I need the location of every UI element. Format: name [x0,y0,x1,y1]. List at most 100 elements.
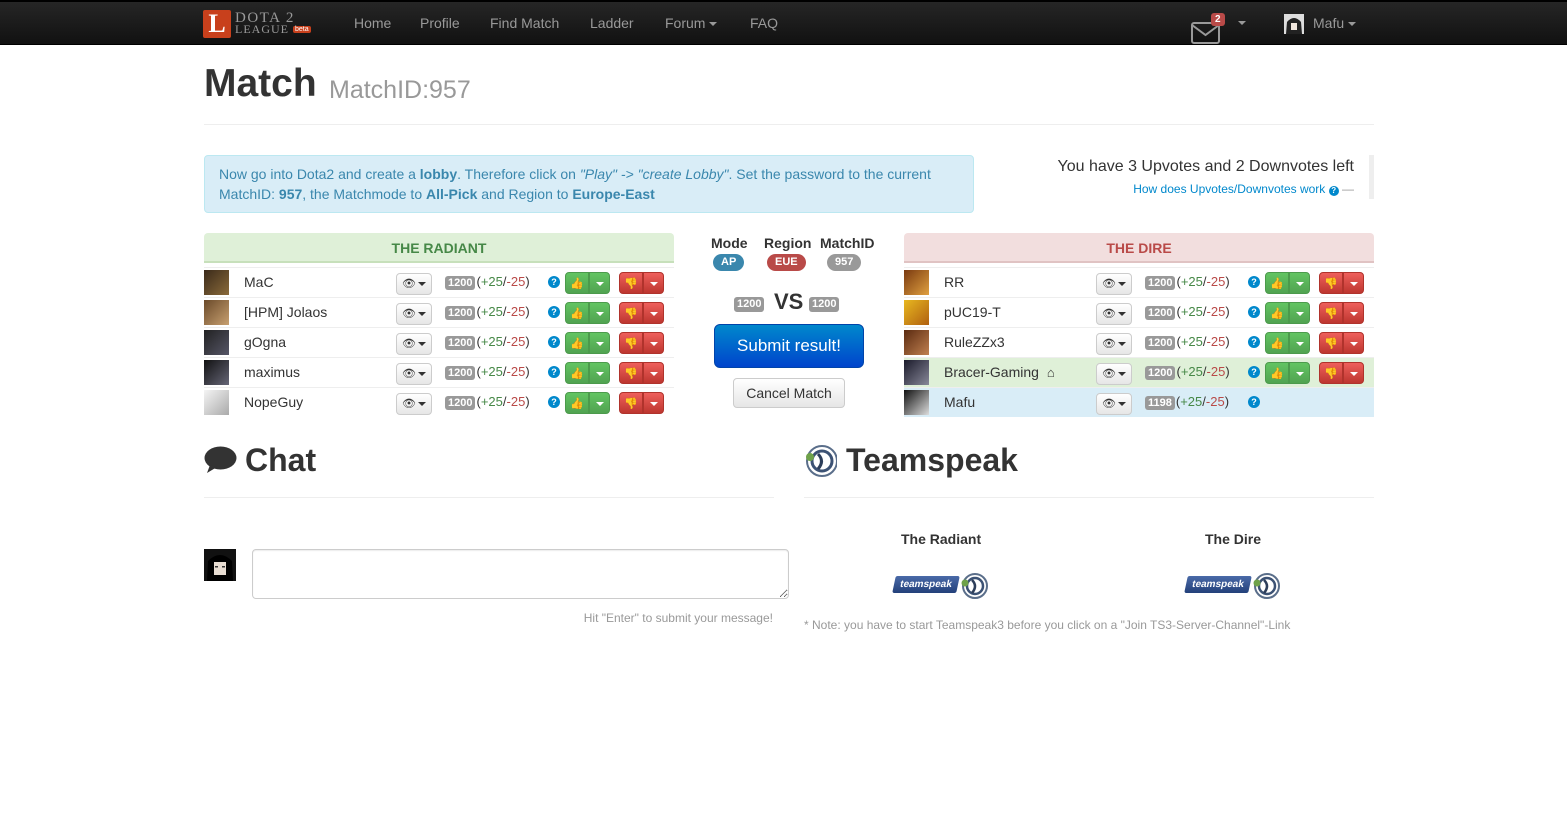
view-player-dropdown[interactable]: 👁 [1096,303,1132,325]
question-icon[interactable]: ? [548,336,560,348]
chevron-down-icon[interactable] [1238,21,1246,25]
upvote-dropdown[interactable] [589,332,610,354]
thumbs-up-icon[interactable]: 👍 [565,362,589,384]
view-player-dropdown[interactable]: 👁 [396,333,432,355]
downvote-dropdown[interactable] [643,362,664,384]
downvote-dropdown[interactable] [1343,302,1364,324]
downvote-button-group[interactable]: 👎 [619,362,664,384]
thumbs-down-icon[interactable]: 👎 [619,362,643,384]
avatar[interactable] [1284,14,1304,34]
view-player-dropdown[interactable]: 👁 [396,273,432,295]
avatar[interactable] [204,300,229,325]
thumbs-up-icon[interactable]: 👍 [565,302,589,324]
downvote-dropdown[interactable] [1343,332,1364,354]
thumbs-down-icon[interactable]: 👎 [619,272,643,294]
downvote-dropdown[interactable] [1343,272,1364,294]
avatar[interactable] [204,390,229,415]
nav-ladder[interactable]: Ladder [590,15,634,31]
thumbs-down-icon[interactable]: 👎 [1319,362,1343,384]
upvote-button-group[interactable]: 👍 [1265,362,1310,384]
thumbs-down-icon[interactable]: 👎 [1319,332,1343,354]
thumbs-down-icon[interactable]: 👎 [619,332,643,354]
thumbs-up-icon[interactable]: 👍 [1265,362,1289,384]
nav-forum[interactable]: Forum [665,15,718,31]
view-player-dropdown[interactable]: 👁 [396,363,432,385]
votes-help-link[interactable]: How does Upvotes/Downvotes work [1133,182,1325,196]
avatar[interactable] [204,330,229,355]
upvote-button-group[interactable]: 👍 [565,392,610,414]
join-ts-radiant-link[interactable]: teamspeak [892,572,990,600]
question-icon[interactable]: ? [1248,396,1260,408]
downvote-dropdown[interactable] [643,272,664,294]
avatar[interactable] [904,330,929,355]
downvote-button-group[interactable]: 👎 [619,392,664,414]
view-player-dropdown[interactable]: 👁 [396,393,432,415]
view-player-dropdown[interactable]: 👁 [1096,273,1132,295]
upvote-button-group[interactable]: 👍 [1265,332,1310,354]
question-icon[interactable]: ? [548,366,560,378]
upvote-dropdown[interactable] [589,392,610,414]
upvote-dropdown[interactable] [1289,332,1310,354]
player-name[interactable]: RuleZZx3 [944,334,1005,350]
user-menu[interactable]: Mafu [1313,15,1357,31]
upvote-dropdown[interactable] [1289,302,1310,324]
player-name[interactable]: NopeGuy [244,394,303,410]
nav-profile[interactable]: Profile [420,15,460,31]
downvote-button-group[interactable]: 👎 [1319,272,1364,294]
thumbs-up-icon[interactable]: 👍 [565,272,589,294]
nav-faq[interactable]: FAQ [750,15,778,31]
thumbs-down-icon[interactable]: 👎 [619,392,643,414]
site-logo[interactable]: L DOTA 2 LEAGUE beta [203,9,311,39]
downvote-button-group[interactable]: 👎 [619,302,664,324]
downvote-dropdown[interactable] [643,332,664,354]
upvote-dropdown[interactable] [589,362,610,384]
upvote-button-group[interactable]: 👍 [565,332,610,354]
question-icon[interactable]: ? [1248,336,1260,348]
thumbs-up-icon[interactable]: 👍 [565,332,589,354]
question-icon[interactable]: ? [548,276,560,288]
avatar[interactable] [904,300,929,325]
nav-find-match[interactable]: Find Match [490,15,559,31]
upvote-dropdown[interactable] [589,302,610,324]
view-player-dropdown[interactable]: 👁 [1096,393,1132,415]
player-name[interactable]: RR [944,274,964,290]
player-name[interactable]: gOgna [244,334,286,350]
player-name[interactable]: maximus [244,364,300,380]
downvote-button-group[interactable]: 👎 [619,332,664,354]
thumbs-up-icon[interactable]: 👍 [1265,272,1289,294]
thumbs-down-icon[interactable]: 👎 [619,302,643,324]
downvote-button-group[interactable]: 👎 [619,272,664,294]
avatar[interactable] [904,360,929,385]
player-name[interactable]: pUC19-T [944,304,1001,320]
avatar[interactable] [904,270,929,295]
upvote-button-group[interactable]: 👍 [565,302,610,324]
question-icon[interactable]: ? [1248,306,1260,318]
thumbs-up-icon[interactable]: 👍 [1265,302,1289,324]
downvote-dropdown[interactable] [643,392,664,414]
downvote-dropdown[interactable] [643,302,664,324]
downvote-dropdown[interactable] [1343,362,1364,384]
avatar[interactable] [904,390,929,415]
thumbs-up-icon[interactable]: 👍 [1265,332,1289,354]
upvote-button-group[interactable]: 👍 [565,272,610,294]
upvote-button-group[interactable]: 👍 [1265,272,1310,294]
nav-home[interactable]: Home [354,15,391,31]
upvote-dropdown[interactable] [589,272,610,294]
thumbs-up-icon[interactable]: 👍 [565,392,589,414]
avatar[interactable] [204,360,229,385]
join-ts-dire-link[interactable]: teamspeak [1184,572,1282,600]
downvote-button-group[interactable]: 👎 [1319,362,1364,384]
player-name[interactable]: MaC [244,274,274,290]
submit-result-button[interactable]: Submit result! [714,324,864,368]
upvote-button-group[interactable]: 👍 [1265,302,1310,324]
upvote-dropdown[interactable] [1289,272,1310,294]
view-player-dropdown[interactable]: 👁 [1096,333,1132,355]
thumbs-down-icon[interactable]: 👎 [1319,302,1343,324]
player-name[interactable]: Mafu [944,394,975,410]
upvote-button-group[interactable]: 👍 [565,362,610,384]
upvote-dropdown[interactable] [1289,362,1310,384]
downvote-button-group[interactable]: 👎 [1319,302,1364,324]
avatar[interactable] [204,270,229,295]
player-name[interactable]: [HPM] Jolaos [244,304,327,320]
question-icon[interactable]: ? [548,396,560,408]
